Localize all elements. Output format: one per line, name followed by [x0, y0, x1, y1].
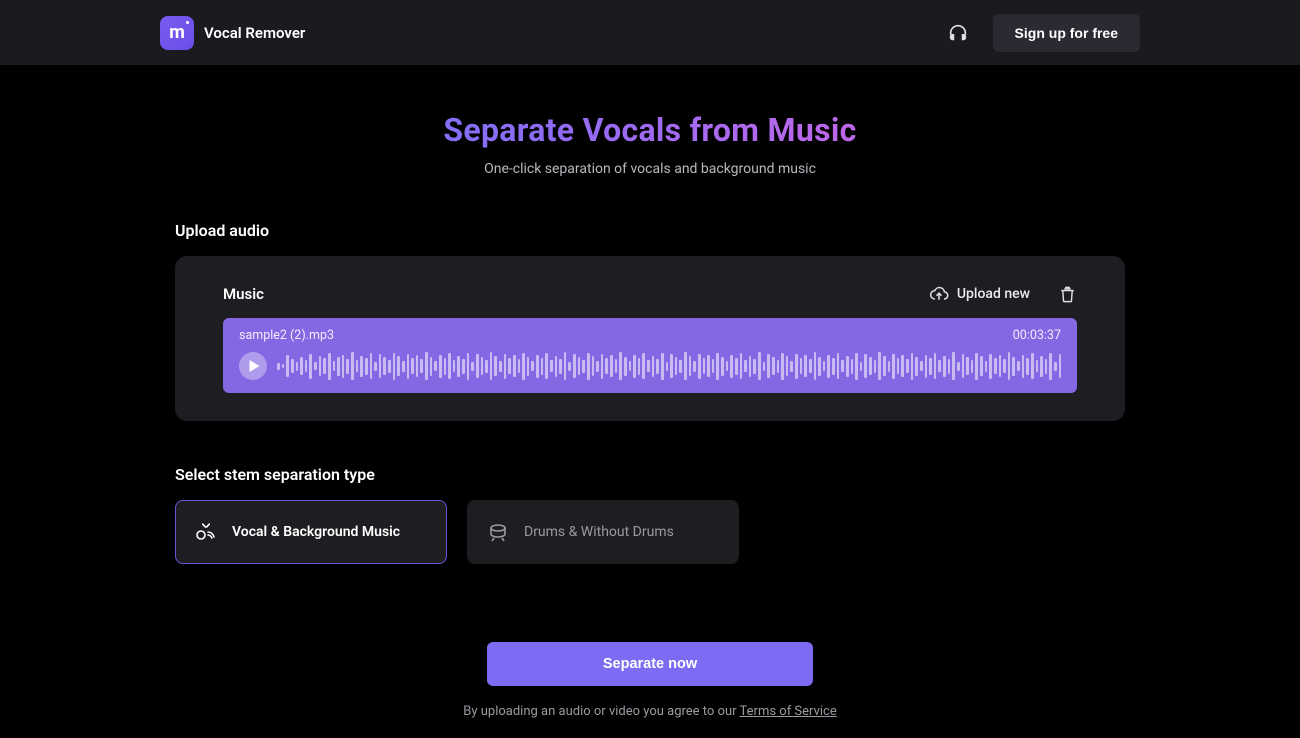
separate-now-button[interactable]: Separate now: [487, 642, 813, 686]
vocal-icon: [194, 520, 218, 544]
app-logo[interactable]: m: [160, 16, 194, 50]
header-right: Sign up for free: [947, 14, 1140, 52]
disclaimer: By uploading an audio or video you agree…: [175, 704, 1125, 719]
cta-row: Separate now: [175, 642, 1125, 686]
track-body: [239, 351, 1061, 381]
hero-subtitle: One-click separation of vocals and backg…: [0, 161, 1300, 177]
stems-section-title: Select stem separation type: [175, 465, 1125, 484]
option-drums[interactable]: Drums & Without Drums: [467, 500, 739, 564]
upload-section-title: Upload audio: [175, 221, 1125, 240]
option-label: Drums & Without Drums: [524, 524, 674, 540]
waveform[interactable]: [277, 351, 1061, 381]
header-left: m Vocal Remover: [160, 16, 305, 50]
play-icon: [247, 360, 260, 372]
audio-track: sample2 (2).mp3 00:03:37: [223, 318, 1077, 393]
app-title: Vocal Remover: [204, 24, 305, 42]
option-label: Vocal & Background Music: [232, 524, 400, 540]
headset-icon[interactable]: [947, 22, 969, 44]
disclaimer-text: By uploading an audio or video you agree…: [463, 704, 739, 719]
drums-icon: [486, 520, 510, 544]
trash-icon: [1058, 285, 1077, 304]
stems-options: Vocal & Background Music Drums & Without…: [175, 500, 1125, 564]
track-info: sample2 (2).mp3 00:03:37: [239, 328, 1061, 343]
panel-actions: Upload new: [929, 284, 1077, 304]
signup-button[interactable]: Sign up for free: [993, 14, 1140, 52]
upload-new-button[interactable]: Upload new: [929, 284, 1030, 304]
delete-button[interactable]: [1058, 285, 1077, 304]
panel-header: Music Upload new: [223, 284, 1077, 304]
hero: Separate Vocals from Music One-click sep…: [0, 111, 1300, 177]
upload-new-label: Upload new: [957, 286, 1030, 302]
hero-title: Separate Vocals from Music: [0, 111, 1300, 149]
option-vocal-bg[interactable]: Vocal & Background Music: [175, 500, 447, 564]
main: Separate Vocals from Music One-click sep…: [0, 65, 1300, 719]
track-duration: 00:03:37: [1013, 328, 1061, 343]
cloud-upload-icon: [929, 284, 949, 304]
panel-label: Music: [223, 285, 264, 303]
track-filename: sample2 (2).mp3: [239, 328, 334, 343]
tos-link[interactable]: Terms of Service: [740, 704, 837, 719]
header: m Vocal Remover Sign up for free: [0, 0, 1300, 65]
upload-panel: Music Upload new: [175, 256, 1125, 421]
play-button[interactable]: [239, 352, 267, 380]
upload-section: Upload audio Music Upload new: [175, 221, 1125, 719]
